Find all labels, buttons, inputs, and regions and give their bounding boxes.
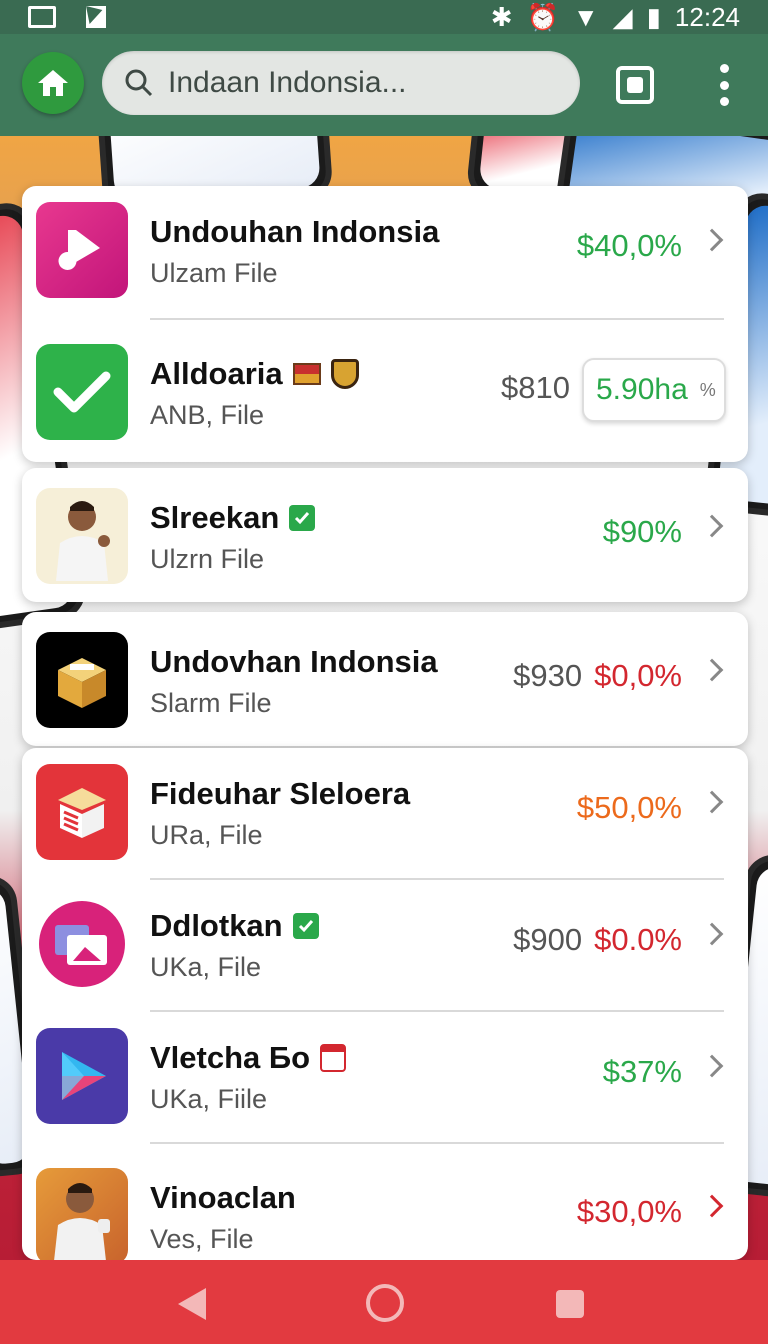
back-button[interactable] — [178, 1288, 206, 1320]
list-item[interactable]: Undouhan Indonsia Ulzam File $40,0% — [22, 186, 748, 310]
item-value: $0,0% — [594, 658, 682, 693]
chevron-right-icon — [700, 790, 724, 814]
list-group: Undouhan Indonsia Ulzam File $40,0% Alld… — [22, 186, 748, 462]
battery-icon: ▮ — [646, 1, 661, 32]
chip-suffix: % — [699, 379, 716, 400]
chevron-right-icon — [700, 922, 724, 946]
item-name: Undouhan Indonsia — [150, 214, 440, 249]
person-avatar-icon — [36, 488, 128, 584]
verified-check-icon — [289, 505, 316, 531]
item-value: $40,0% — [576, 228, 682, 263]
checkmark-app-icon — [36, 344, 128, 440]
item-value: $90% — [602, 514, 682, 549]
item-price: $930 — [513, 658, 583, 693]
item-name: Ddlotkan — [150, 908, 283, 943]
item-type: ANB, File — [150, 400, 265, 430]
recents-button[interactable] — [556, 1290, 584, 1318]
item-type: URa, File — [150, 820, 263, 850]
item-name: Vletcha Бo — [150, 1040, 311, 1075]
item-price: $810 — [501, 370, 570, 405]
clock: 12:24 — [674, 1, 740, 32]
chip-value: 5.90ha — [596, 373, 688, 406]
item-type: Slarm File — [150, 688, 272, 718]
chevron-right-icon — [700, 1194, 724, 1218]
flag-badge-icon — [292, 363, 321, 385]
search-icon — [125, 69, 153, 97]
item-type: UKa, File — [150, 952, 262, 982]
list-group: Slreekan Ulzrn File $90% — [22, 468, 748, 602]
signal-icon: ◢ — [612, 1, 633, 32]
item-name-row: Vletcha Бo — [150, 1040, 347, 1076]
chevron-right-icon — [700, 228, 724, 252]
app-bar: Indaan Indonsia... — [0, 34, 768, 136]
list-item[interactable]: Fideuhar Sleloera URa, File $50,0% — [22, 748, 748, 872]
list-item[interactable]: Vletcha Бo UKa, Fiile $37% — [22, 1012, 748, 1136]
alarm-icon: ⏰ — [526, 1, 559, 32]
chevron-right-icon — [700, 658, 724, 682]
list-group: Undovhan Indonsia Slarm File $930 $0,0% — [22, 612, 748, 746]
music-app-icon — [36, 202, 128, 298]
chevron-right-icon — [700, 514, 724, 538]
item-value: $0.0% — [594, 922, 682, 957]
image-notification-icon — [28, 6, 56, 28]
home-icon — [38, 70, 68, 96]
item-name-row: Slreekan — [150, 500, 316, 536]
divider — [150, 318, 724, 320]
overflow-menu-button[interactable] — [712, 64, 736, 106]
item-name: Undovhan Indonsia — [150, 644, 438, 679]
item-type: Ves, File — [150, 1224, 254, 1254]
item-name: Slreekan — [150, 500, 280, 535]
list-item[interactable]: Ddlotkan UKa, File $900 $0.0% — [22, 880, 748, 1004]
wifi-icon: ▼ — [572, 1, 599, 32]
chevron-right-icon — [700, 1054, 724, 1078]
person-avatar-icon — [36, 1168, 128, 1260]
item-name-row: Alldoaria — [150, 356, 359, 392]
search-bar[interactable]: Indaan Indonsia... — [102, 51, 580, 115]
status-bar: ✱ ⏰ ▼ ◢ ▮ 12:24 — [0, 0, 768, 34]
item-name: Vinoaclan — [150, 1180, 296, 1215]
list-item[interactable]: Slreekan Ulzrn File $90% — [22, 472, 748, 596]
item-name: Alldoaria — [150, 356, 283, 391]
item-value: $30,0% — [576, 1194, 682, 1229]
item-name: Fideuhar Sleloera — [150, 776, 411, 811]
home-button[interactable] — [22, 52, 84, 114]
item-name-row: Ddlotkan — [150, 908, 319, 944]
navigation-bar — [0, 1260, 768, 1344]
emblem-badge-icon — [330, 359, 359, 389]
play-app-icon — [36, 1028, 128, 1124]
gallery-app-icon — [36, 896, 128, 992]
bluetooth-icon: ✱ — [490, 1, 513, 32]
file-list: Undouhan Indonsia Ulzam File $40,0% Alld… — [22, 186, 748, 1260]
item-type: Ulzam File — [150, 258, 278, 288]
box-app-icon — [36, 632, 128, 728]
search-query: Indaan Indonsia... — [168, 66, 407, 99]
home-nav-button[interactable] — [366, 1284, 404, 1322]
item-price: $900 — [513, 922, 583, 957]
edit-notification-icon — [86, 6, 106, 28]
item-type: Ulzrn File — [150, 544, 265, 574]
item-value: $37% — [602, 1054, 682, 1089]
archive-app-icon — [36, 764, 128, 860]
divider — [150, 1142, 724, 1144]
verified-check-icon — [292, 913, 319, 939]
list-item[interactable]: Undovhan Indonsia Slarm File $930 $0,0% — [22, 616, 748, 740]
value-chip[interactable]: 5.90ha % — [582, 358, 726, 422]
list-item[interactable]: Vinoaclan Ves, File $30,0% — [22, 1152, 748, 1260]
list-group: Fideuhar Sleloera URa, File $50,0% Ddlot… — [22, 748, 748, 1260]
tabs-button[interactable] — [616, 66, 654, 104]
item-type: UKa, Fiile — [150, 1084, 268, 1114]
item-value: $50,0% — [576, 790, 682, 825]
calendar-badge-icon — [320, 1044, 347, 1072]
